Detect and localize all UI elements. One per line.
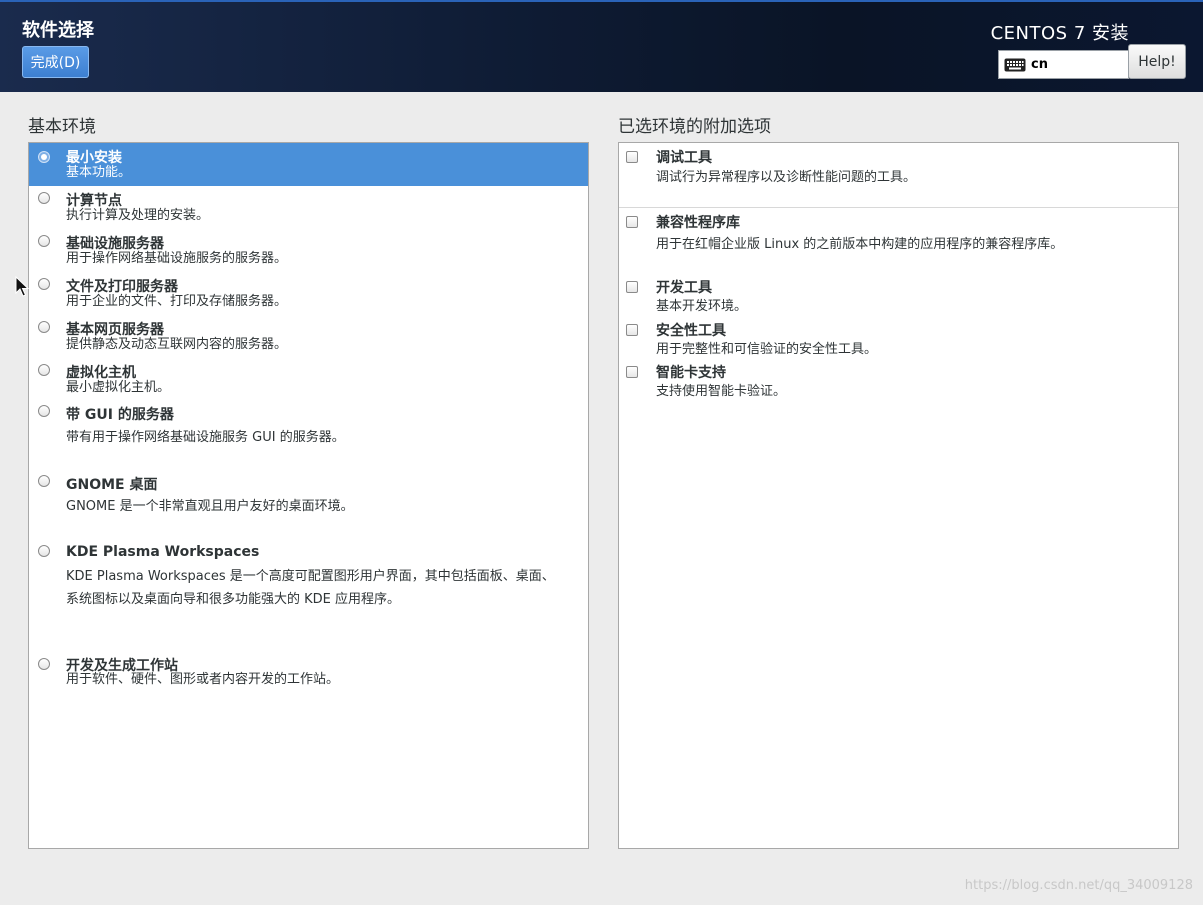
help-button[interactable]: Help! (1128, 44, 1186, 79)
addon-desc: 调试行为异常程序以及诊断性能问题的工具。 (656, 170, 917, 185)
env-item-development-workstation[interactable]: 开发及生成工作站 用于软件、硬件、图形或者内容开发的工作站。 (29, 647, 588, 697)
env-item-file-print-server[interactable]: 文件及打印服务器 用于企业的文件、打印及存储服务器。 (29, 272, 588, 315)
addon-item-smart-card[interactable]: 智能卡支持 支持使用智能卡验证。 (619, 359, 1178, 402)
product-title: CENTOS 7 安装 (990, 23, 1129, 44)
addons-list: 调试工具 调试行为异常程序以及诊断性能问题的工具。 兼容性程序库 用于在红帽企业… (618, 142, 1179, 849)
addon-name: 智能卡支持 (656, 365, 726, 381)
addon-desc: 用于完整性和可信验证的安全性工具。 (656, 342, 878, 357)
env-name: 带 GUI 的服务器 (66, 407, 174, 423)
addon-name: 开发工具 (656, 280, 712, 296)
addon-item-development-tools[interactable]: 开发工具 基本开发环境。 (619, 274, 1178, 317)
env-name: GNOME 桌面 (66, 477, 158, 493)
env-item-virtualization-host[interactable]: 虚拟化主机 最小虚拟化主机。 (29, 358, 588, 401)
env-item-web-server[interactable]: 基本网页服务器 提供静态及动态互联网内容的服务器。 (29, 315, 588, 358)
base-env-heading: 基本环境 (28, 117, 96, 137)
env-radio[interactable] (38, 658, 50, 670)
keyboard-layout-indicator[interactable]: cn (998, 50, 1129, 79)
addon-checkbox[interactable] (626, 366, 638, 378)
env-radio[interactable] (38, 475, 50, 487)
addon-item-compat-libraries[interactable]: 兼容性程序库 用于在红帽企业版 Linux 的之前版本中构建的应用程序的兼容程序… (619, 208, 1178, 274)
env-radio[interactable] (38, 235, 50, 247)
addon-name: 安全性工具 (656, 323, 726, 339)
env-desc: 执行计算及处理的安装。 (66, 208, 210, 223)
env-item-server-with-gui[interactable]: 带 GUI 的服务器 带有用于操作网络基础设施服务 GUI 的服务器。 (29, 401, 588, 471)
header-bar: 软件选择 完成(D) CENTOS 7 安装 cn Help! (0, 0, 1203, 92)
addon-checkbox[interactable] (626, 216, 638, 228)
env-desc: 用于操作网络基础设施服务的服务器。 (66, 251, 288, 266)
base-env-list: 最小安装 基本功能。 计算节点 执行计算及处理的安装。 基础设施服务器 用于操作… (28, 142, 589, 849)
env-desc: KDE Plasma Workspaces 是一个高度可配置图形用户界面，其中包… (66, 569, 555, 607)
env-desc: 基本功能。 (66, 165, 132, 180)
env-radio[interactable] (38, 545, 50, 557)
addon-checkbox[interactable] (626, 151, 638, 163)
done-button[interactable]: 完成(D) (22, 46, 89, 78)
addon-desc: 基本开发环境。 (656, 299, 748, 314)
addon-desc: 支持使用智能卡验证。 (656, 384, 787, 399)
addon-item-security-tools[interactable]: 安全性工具 用于完整性和可信验证的安全性工具。 (619, 317, 1178, 359)
addon-item-debug-tools[interactable]: 调试工具 调试行为异常程序以及诊断性能问题的工具。 (619, 143, 1178, 207)
env-item-minimal[interactable]: 最小安装 基本功能。 (29, 143, 588, 186)
env-item-infrastructure-server[interactable]: 基础设施服务器 用于操作网络基础设施服务的服务器。 (29, 229, 588, 272)
env-radio[interactable] (38, 192, 50, 204)
keyboard-layout-label: cn (1031, 57, 1048, 72)
env-name: KDE Plasma Workspaces (66, 544, 260, 560)
env-radio[interactable] (38, 278, 50, 290)
env-radio[interactable] (38, 151, 50, 163)
addon-desc: 用于在红帽企业版 Linux 的之前版本中构建的应用程序的兼容程序库。 (656, 237, 1064, 252)
env-item-kde-plasma[interactable]: KDE Plasma Workspaces KDE Plasma Workspa… (29, 541, 588, 647)
addon-checkbox[interactable] (626, 281, 638, 293)
env-desc: 用于企业的文件、打印及存储服务器。 (66, 294, 288, 309)
env-item-gnome-desktop[interactable]: GNOME 桌面 GNOME 是一个非常直观且用户友好的桌面环境。 (29, 471, 588, 541)
env-desc: 最小虚拟化主机。 (66, 380, 171, 395)
page-title: 软件选择 (22, 20, 94, 41)
env-desc: 用于软件、硬件、图形或者内容开发的工作站。 (66, 672, 340, 687)
addon-name: 调试工具 (656, 150, 712, 166)
env-desc: 提供静态及动态互联网内容的服务器。 (66, 337, 288, 352)
mouse-cursor-icon (15, 276, 29, 297)
env-radio[interactable] (38, 321, 50, 333)
env-desc: GNOME 是一个非常直观且用户友好的桌面环境。 (66, 499, 354, 514)
watermark: https://blog.csdn.net/qq_34009128 (964, 878, 1193, 893)
addon-checkbox[interactable] (626, 324, 638, 336)
env-radio[interactable] (38, 364, 50, 376)
keyboard-icon (1004, 58, 1026, 71)
addons-heading: 已选环境的附加选项 (618, 117, 771, 137)
env-desc: 带有用于操作网络基础设施服务 GUI 的服务器。 (66, 430, 345, 445)
env-item-compute-node[interactable]: 计算节点 执行计算及处理的安装。 (29, 186, 588, 229)
addon-name: 兼容性程序库 (656, 215, 740, 231)
env-radio[interactable] (38, 405, 50, 417)
